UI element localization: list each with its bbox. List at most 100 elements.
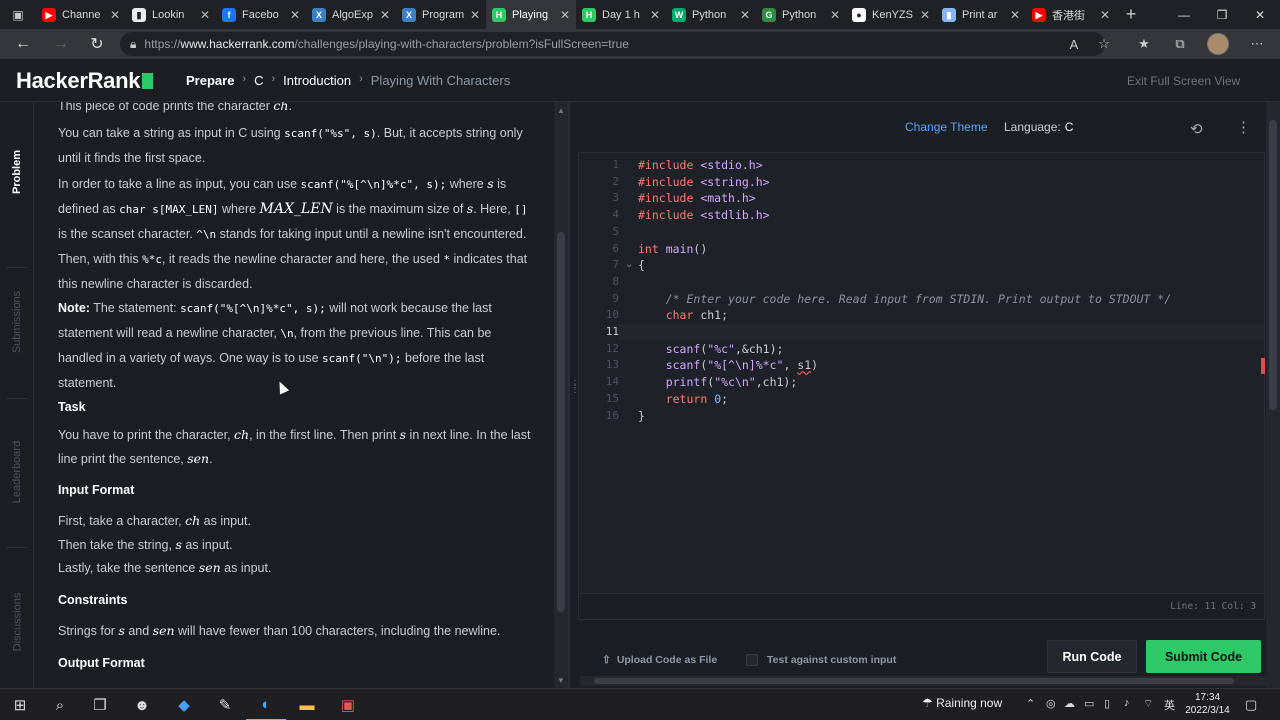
fold-chevron-icon[interactable]: ⌄ <box>625 259 633 270</box>
close-tab-icon[interactable]: ✕ <box>290 8 300 22</box>
search-icon[interactable]: ⌕ <box>40 689 80 720</box>
volume-icon[interactable]: ♪ <box>1124 697 1130 709</box>
settings-more-icon[interactable]: ⋯ <box>1243 29 1271 59</box>
security-icon[interactable]: ◎ <box>1046 697 1056 710</box>
line-number: 3 <box>612 191 619 205</box>
tab-submissions[interactable]: Submissions <box>0 257 34 387</box>
browser-tab[interactable]: H Playing ✕ <box>486 0 576 29</box>
paragraph-constraints: Strings for s and sen will have fewer th… <box>58 623 501 638</box>
error-marker <box>1261 358 1265 374</box>
code-editor[interactable]: 1 2 3 4 5 6 7 8 9 10 11 12 13 14 15 16 ⌄ #include <stdi… <box>578 152 1265 594</box>
maximize-button[interactable]: ❐ <box>1202 0 1242 29</box>
crumb-introduction[interactable]: Introduction <box>283 73 351 88</box>
browser-tab[interactable]: ● KenYZS ✕ <box>846 0 936 29</box>
close-tab-icon[interactable]: ✕ <box>200 8 210 22</box>
url-field[interactable]: 🔒︎ https://www.hackerrank.com/challenges… <box>120 32 1105 56</box>
notification-icon[interactable]: ▢ <box>1245 697 1257 713</box>
browser-tab[interactable]: ▶ 香港街 ✕ <box>1026 0 1116 29</box>
forward-icon[interactable]: → <box>46 29 76 59</box>
browser-tab-title: Print ar <box>962 8 998 21</box>
change-theme-link[interactable]: Change Theme <box>905 120 988 134</box>
crumb-c[interactable]: C <box>254 73 263 88</box>
browser-tab[interactable]: X AlgoExp ✕ <box>306 0 396 29</box>
problem-scrollbar[interactable]: ▲ ▼ <box>554 102 568 688</box>
browser-tab[interactable]: ▮ Print ar ✕ <box>936 0 1026 29</box>
network-icon[interactable]: ▭ <box>1084 697 1094 710</box>
minimize-button[interactable]: — <box>1164 0 1204 29</box>
file-explorer-icon[interactable]: ▬ <box>287 689 327 720</box>
close-tab-icon[interactable]: ✕ <box>470 8 480 22</box>
page-scrollbar[interactable] <box>1266 102 1280 688</box>
input-line-1: First, take a character, ch as input. <box>58 513 251 528</box>
close-tab-icon[interactable]: ✕ <box>740 8 750 22</box>
read-aloud-icon[interactable]: A <box>1060 29 1088 59</box>
wifi-icon[interactable]: ⌔ <box>1143 697 1153 711</box>
editor-horizontal-scrollbar[interactable] <box>580 676 1266 686</box>
close-tab-icon[interactable]: ✕ <box>110 8 120 22</box>
alien-app-icon[interactable]: ☻ <box>122 689 162 720</box>
language-select[interactable]: Language: C <box>1004 120 1073 134</box>
tab-actions-icon[interactable]: ▣ <box>0 0 36 29</box>
github-icon: ● <box>852 7 866 22</box>
close-tab-icon[interactable]: ✕ <box>920 8 930 22</box>
browser-tab[interactable]: f Facebo ✕ <box>216 0 306 29</box>
run-code-button[interactable]: Run Code <box>1047 640 1137 673</box>
reload-icon[interactable]: ↻ <box>82 29 112 59</box>
cloud-icon[interactable]: ☁ <box>1064 697 1075 710</box>
close-window-button[interactable]: ✕ <box>1240 0 1280 29</box>
add-favorite-icon[interactable]: ☆ <box>1090 29 1118 59</box>
back-icon[interactable]: ← <box>8 29 38 59</box>
collections-icon[interactable]: ⧉ <box>1166 29 1194 59</box>
exit-fullscreen-link[interactable]: Exit Full Screen View <box>1127 74 1240 88</box>
browser-tab-title: Python <box>782 8 817 21</box>
pane-splitter[interactable] <box>568 102 570 688</box>
input-line-2: Then take the string, s as input. <box>58 537 233 552</box>
custom-input-checkbox[interactable] <box>746 654 758 666</box>
weather-widget[interactable]: ☂ Raining now <box>922 696 1002 710</box>
close-tab-icon[interactable]: ✕ <box>560 8 570 22</box>
browser-tab-title: Playing <box>512 8 549 21</box>
line-number: 13 <box>605 358 619 372</box>
browser-tab[interactable]: G Python ✕ <box>756 0 846 29</box>
battery-icon[interactable]: ▯ <box>1104 697 1110 710</box>
store-app-icon[interactable]: ◆ <box>164 689 204 720</box>
browser-tab[interactable]: X Program ✕ <box>396 0 486 29</box>
chevron-right-icon: › <box>242 73 247 85</box>
close-tab-icon[interactable]: ✕ <box>380 8 390 22</box>
close-tab-icon[interactable]: ✕ <box>650 8 660 22</box>
new-tab-button[interactable]: + <box>1116 4 1146 25</box>
problem-statement: This piece of code prints the character … <box>34 102 554 688</box>
ime-indicator[interactable]: 英 <box>1164 697 1175 713</box>
editor-toolbar: Change Theme Language: C ⟲ ⋮ <box>572 102 1266 152</box>
close-tab-icon[interactable]: ✕ <box>830 8 840 22</box>
task-view-icon[interactable]: ❐ <box>80 689 120 720</box>
close-tab-icon[interactable]: ✕ <box>1100 8 1110 22</box>
browser-tab[interactable]: ▮ Lookin ✕ <box>126 0 216 29</box>
media-app-icon[interactable]: ▣ <box>328 689 368 720</box>
more-options-icon[interactable]: ⋮ <box>1236 118 1251 136</box>
custom-input-label[interactable]: Test against custom input <box>767 654 896 666</box>
browser-tab[interactable]: ▶ Channe ✕ <box>36 0 126 29</box>
edge-browser-icon[interactable]: ◐ <box>246 689 286 720</box>
tray-chevron-icon[interactable]: ⌃ <box>1026 697 1035 710</box>
youtube-icon: ▶ <box>1032 7 1046 22</box>
crumb-prepare[interactable]: Prepare <box>186 73 234 88</box>
paint-app-icon[interactable]: ✎ <box>205 689 245 720</box>
tab-discussions[interactable]: Discussions <box>0 557 34 687</box>
hackerrank-logo[interactable]: HackerRank <box>16 68 154 94</box>
code-text[interactable]: #include <stdio.h> #include <string.h> #… <box>638 157 1171 424</box>
submit-code-button[interactable]: Submit Code <box>1146 640 1261 673</box>
upload-code-button[interactable]: ⇧ Upload Code as File <box>602 654 717 666</box>
close-tab-icon[interactable]: ✕ <box>1010 8 1020 22</box>
browser-tab-title: Day 1 h <box>602 8 640 21</box>
system-clock[interactable]: 17:34 2022/3/14 <box>1180 691 1235 717</box>
windows-start-icon[interactable]: ⊞ <box>0 689 40 720</box>
profile-avatar[interactable] <box>1207 33 1229 55</box>
browser-tab[interactable]: H Day 1 h ✕ <box>576 0 666 29</box>
favorites-icon[interactable]: ★ <box>1130 29 1158 59</box>
tab-problem[interactable]: Problem <box>0 107 34 237</box>
browser-tab[interactable]: W Python ✕ <box>666 0 756 29</box>
page-icon: ▮ <box>942 7 956 22</box>
tab-leaderboard[interactable]: Leaderboard <box>0 407 34 537</box>
history-icon[interactable]: ⟲ <box>1190 120 1203 138</box>
